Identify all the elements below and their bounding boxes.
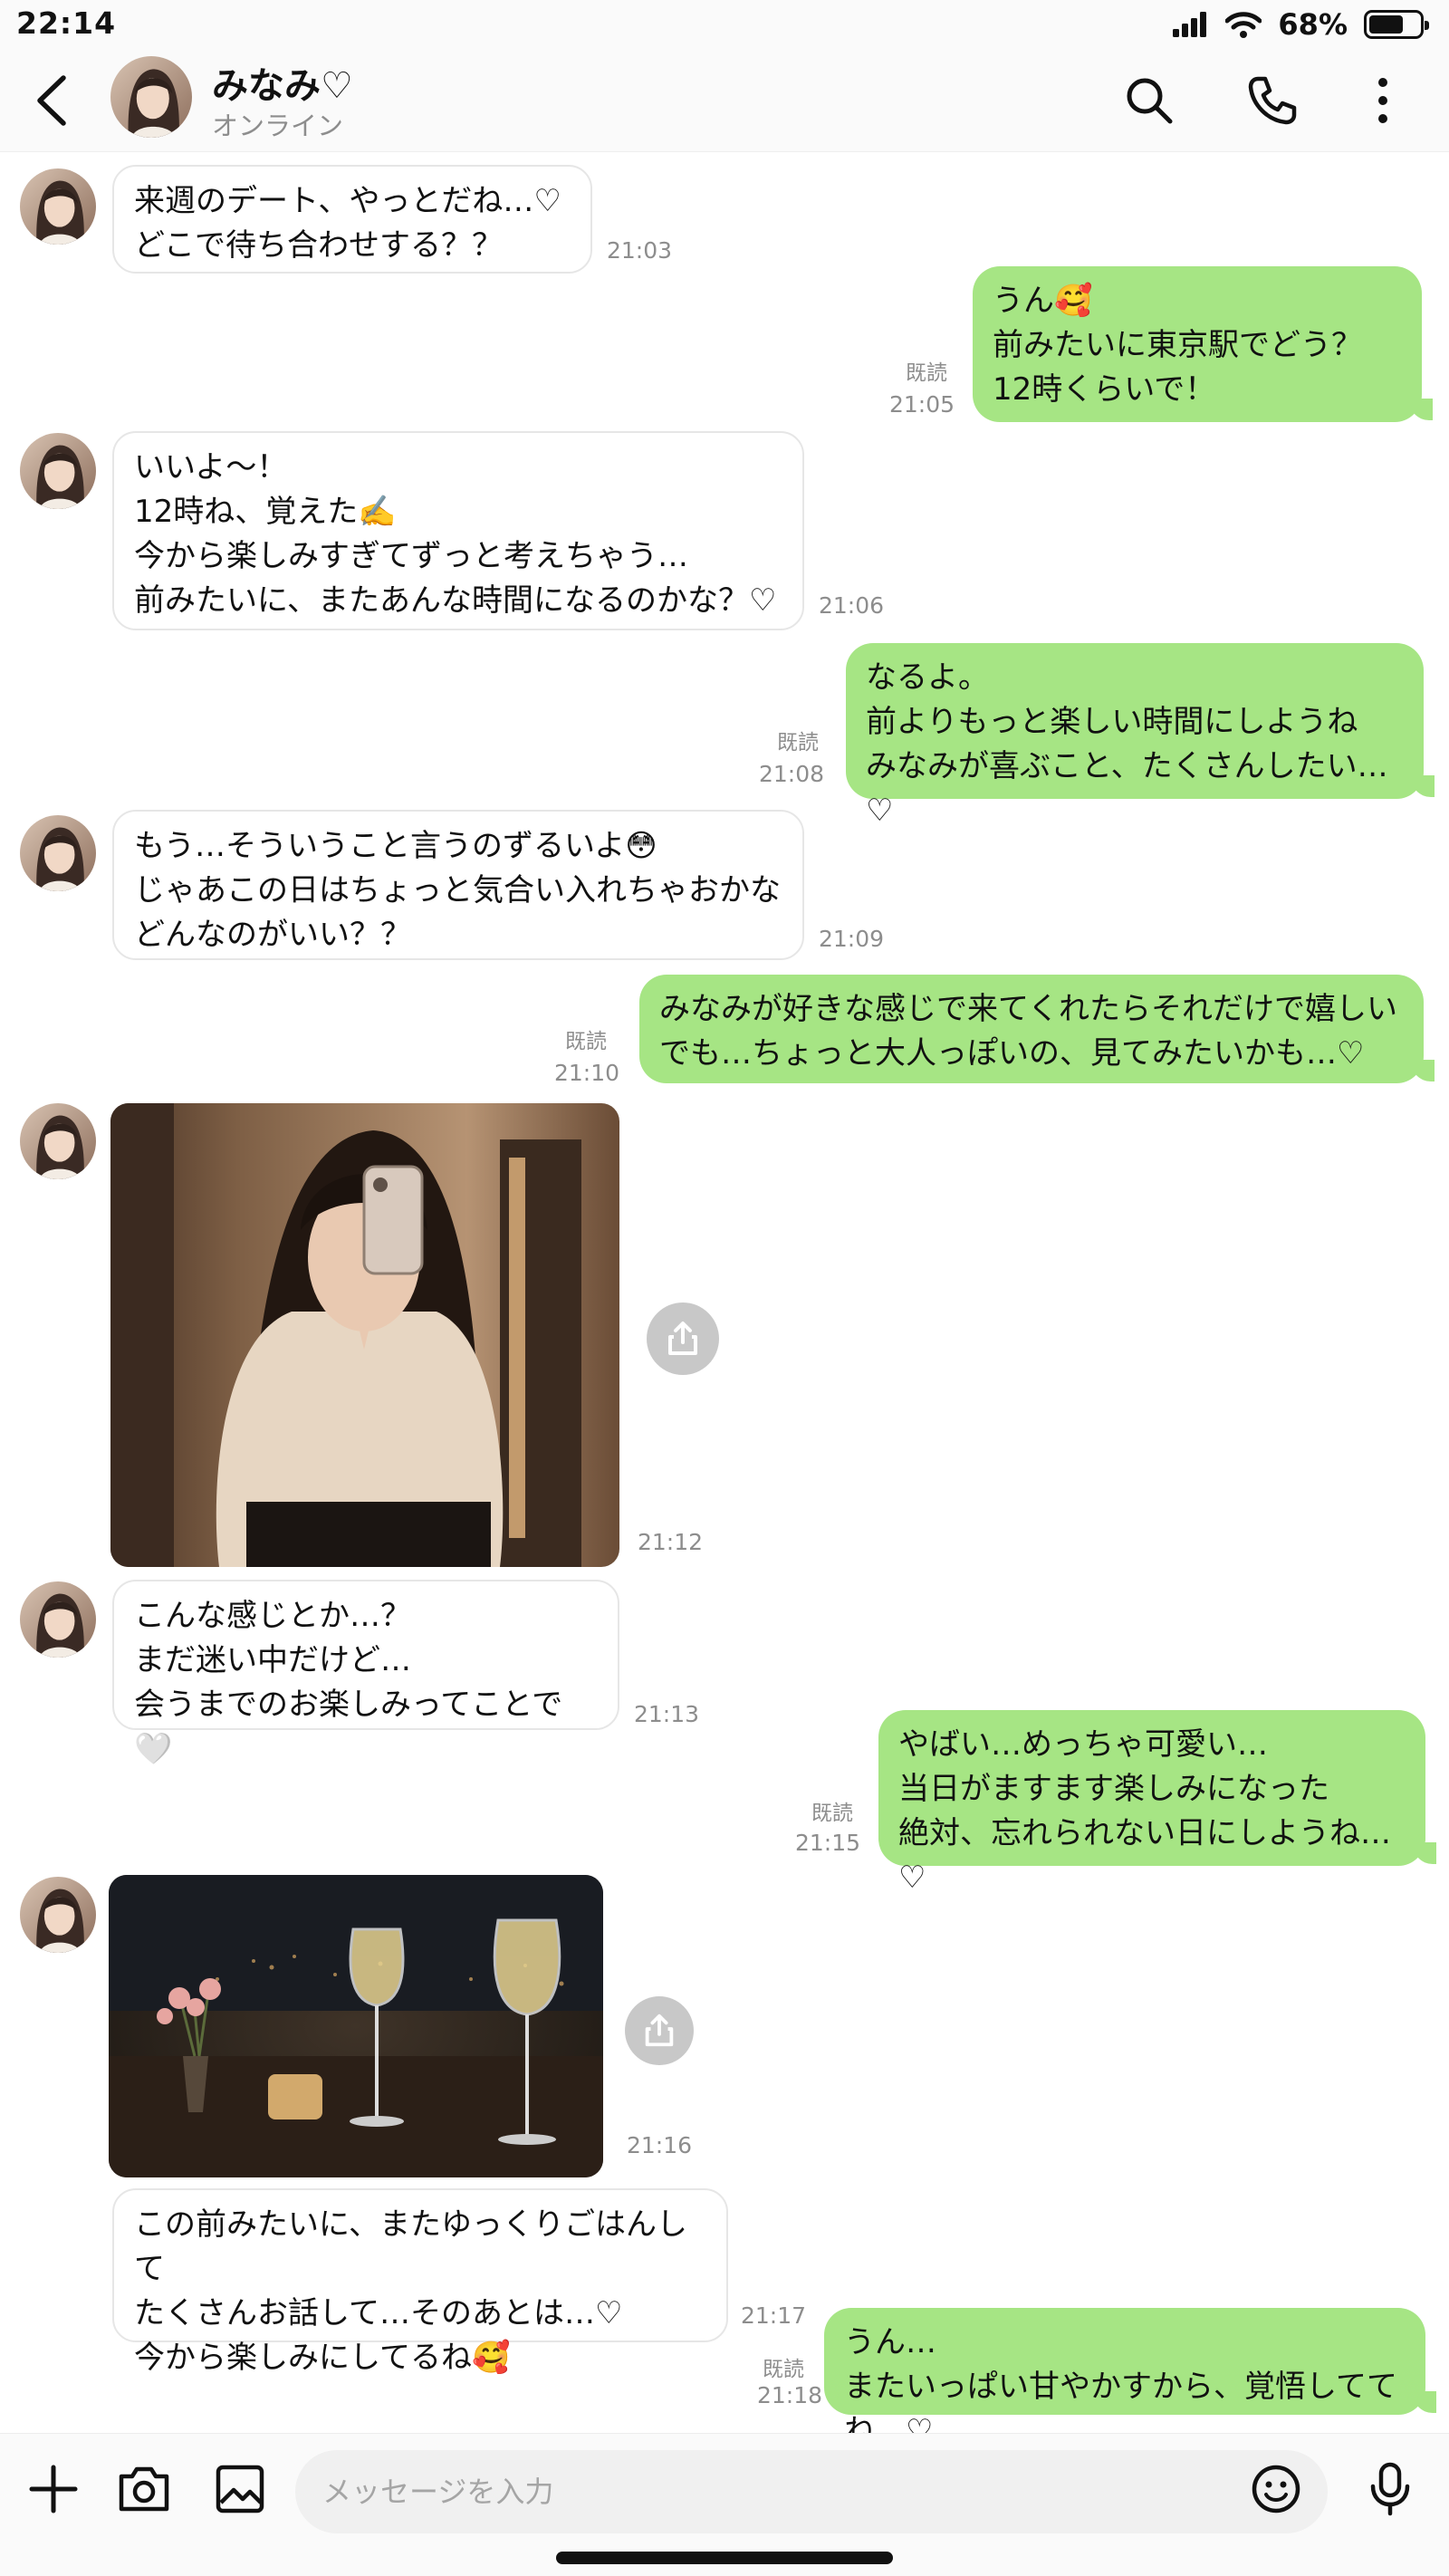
message-time: 21:05 bbox=[889, 391, 955, 418]
camera-icon bbox=[119, 2466, 169, 2512]
read-receipt: 既読 bbox=[906, 361, 947, 385]
more-button[interactable] bbox=[1351, 69, 1415, 132]
received-photo[interactable] bbox=[110, 1103, 619, 1567]
message-time: 21:12 bbox=[638, 1529, 704, 1555]
sent-message[interactable]: みなみが好きな感じで来てくれたらそれだけで嬉しい でも…ちょっと大人っぽいの、見… bbox=[639, 975, 1435, 1083]
back-icon bbox=[37, 75, 66, 126]
message-time: 21:08 bbox=[759, 761, 825, 787]
add-button[interactable] bbox=[22, 2457, 85, 2521]
sender-avatar[interactable] bbox=[20, 433, 96, 509]
more-vertical-icon bbox=[1378, 78, 1387, 123]
voice-button[interactable] bbox=[1358, 2457, 1422, 2521]
input-bar bbox=[0, 2433, 1449, 2576]
call-button[interactable] bbox=[1241, 69, 1304, 132]
sender-avatar[interactable] bbox=[20, 1877, 96, 1953]
received-message[interactable]: この前みたいに、またゆっくりごはんして たくさんお話して…そのあとは…♡ 今から… bbox=[112, 2188, 728, 2376]
message-input[interactable] bbox=[295, 2450, 1328, 2533]
status-bar: 22:14 68% bbox=[0, 0, 1449, 51]
gallery-button[interactable] bbox=[208, 2457, 272, 2521]
read-receipt: 既読 bbox=[565, 1030, 607, 1053]
back-button[interactable] bbox=[27, 71, 82, 130]
received-message[interactable]: もう…そういうこと言うのずるいよ😳 じゃあこの日はちょっと気合い入れちゃおかな … bbox=[112, 810, 804, 960]
share-icon bbox=[645, 2014, 674, 2047]
sender-avatar[interactable] bbox=[20, 1581, 96, 1658]
battery-percentage: 68% bbox=[1278, 7, 1348, 42]
read-receipt: 既読 bbox=[763, 2358, 804, 2381]
message-time: 21:15 bbox=[795, 1830, 861, 1856]
emoji-icon bbox=[1252, 2465, 1300, 2514]
sender-avatar[interactable] bbox=[20, 1103, 96, 1179]
contact-name[interactable]: みなみ♡ bbox=[212, 56, 353, 109]
sent-message[interactable]: うん… またいっぱい甘やかすから、覚悟しててね…♡ bbox=[824, 2308, 1436, 2449]
chat-header: みなみ♡ オンライン bbox=[0, 51, 1449, 152]
plus-icon bbox=[29, 2465, 78, 2514]
message-time: 21:17 bbox=[741, 2302, 807, 2329]
received-photo[interactable] bbox=[109, 1875, 603, 2177]
phone-icon bbox=[1248, 76, 1297, 125]
sender-avatar[interactable] bbox=[20, 815, 96, 891]
wifi-icon bbox=[1225, 12, 1262, 38]
message-time: 21:16 bbox=[627, 2132, 693, 2158]
received-message[interactable]: 来週のデート、やっとだね…♡ どこで待ち合わせする？？ bbox=[112, 165, 592, 274]
message-time: 21:03 bbox=[607, 237, 673, 264]
message-time: 21:10 bbox=[554, 1060, 620, 1086]
search-icon bbox=[1127, 78, 1173, 124]
read-receipt: 既読 bbox=[777, 731, 819, 755]
sent-message[interactable]: うん🥰 前みたいに東京駅でどう？ 12時くらいで！ bbox=[973, 266, 1433, 422]
microphone-icon bbox=[1370, 2462, 1410, 2516]
search-button[interactable] bbox=[1118, 69, 1181, 132]
contact-avatar[interactable] bbox=[110, 56, 192, 138]
camera-button[interactable] bbox=[112, 2457, 176, 2521]
home-indicator bbox=[556, 2552, 893, 2564]
share-icon bbox=[668, 1322, 697, 1355]
sent-message[interactable]: やばい…めっちゃ可愛い… 当日がますます楽しみになった 絶対、忘れられない日にし… bbox=[878, 1710, 1436, 1896]
sent-message[interactable]: なるよ。 前よりもっと楽しい時間にしようね みなみが喜ぶこと、たくさんしたい…♡ bbox=[846, 643, 1435, 829]
share-button[interactable] bbox=[625, 1996, 694, 2065]
share-button[interactable] bbox=[647, 1302, 719, 1375]
received-message[interactable]: こんな感じとか…？ まだ迷い中だけど… 会うまでのお楽しみってことで🤍 bbox=[112, 1580, 619, 1767]
emoji-button[interactable] bbox=[1244, 2457, 1308, 2521]
battery-level bbox=[1369, 15, 1403, 34]
contact-status: オンライン bbox=[212, 111, 344, 141]
status-indicators: 68% bbox=[1173, 7, 1429, 42]
battery-icon bbox=[1364, 10, 1429, 39]
message-time: 21:13 bbox=[634, 1701, 700, 1727]
message-time: 21:06 bbox=[819, 592, 885, 619]
sender-avatar[interactable] bbox=[20, 168, 96, 245]
received-message[interactable]: いいよ〜！ 12時ね、覚えた✍️ 今から楽しみすぎてずっと考えちゃう… 前みたい… bbox=[112, 431, 804, 630]
message-time: 21:09 bbox=[819, 926, 885, 952]
status-time: 22:14 bbox=[16, 5, 117, 41]
image-icon bbox=[216, 2465, 264, 2514]
message-time: 21:18 bbox=[757, 2382, 823, 2408]
read-receipt: 既読 bbox=[811, 1802, 853, 1825]
cellular-signal-icon bbox=[1173, 12, 1207, 37]
